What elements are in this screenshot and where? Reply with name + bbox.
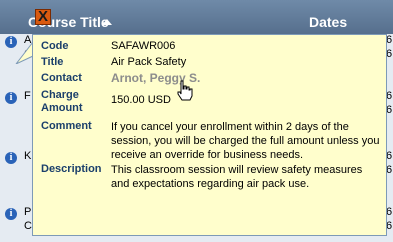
title-label: Title xyxy=(41,56,64,68)
popup-pointer xyxy=(15,40,34,64)
comment-value: If you cancel your enrollment within 2 d… xyxy=(111,121,380,161)
comment-label: Comment xyxy=(41,120,92,132)
hand-pointer-cursor-icon xyxy=(177,80,193,101)
dates-column-header[interactable]: Dates xyxy=(309,14,347,30)
contact-label: Contact xyxy=(41,72,82,84)
charge-amount-label-line2: Amount xyxy=(41,102,83,114)
course-subtitle-cell: C xyxy=(24,220,32,232)
charge-amount-label-line1: Charge xyxy=(41,89,79,101)
description-label: Description xyxy=(41,163,102,175)
info-icon[interactable]: i xyxy=(5,152,17,164)
code-label: Code xyxy=(41,40,69,52)
course-catalog-page: Course Title Dates i A C 6 6 i F 6 6 i K… xyxy=(0,0,393,242)
info-icon[interactable]: i xyxy=(5,92,17,104)
close-icon[interactable]: X xyxy=(35,9,51,25)
table-header: Course Title Dates xyxy=(0,0,393,34)
course-title-cell[interactable]: K xyxy=(24,150,31,162)
title-value: Air Pack Safety xyxy=(111,56,187,68)
sort-ascending-icon[interactable] xyxy=(102,19,112,25)
course-details-popup: Code SAFAWR006 Title Air Pack Safety Con… xyxy=(32,34,387,236)
description-value: This classroom session will review safet… xyxy=(111,164,363,190)
charge-amount-value: 150.00 USD xyxy=(111,94,171,106)
course-title-cell[interactable]: P xyxy=(24,206,31,218)
code-value: SAFAWR006 xyxy=(111,40,176,52)
course-title-cell[interactable]: F xyxy=(24,90,31,102)
info-icon[interactable]: i xyxy=(5,208,17,220)
